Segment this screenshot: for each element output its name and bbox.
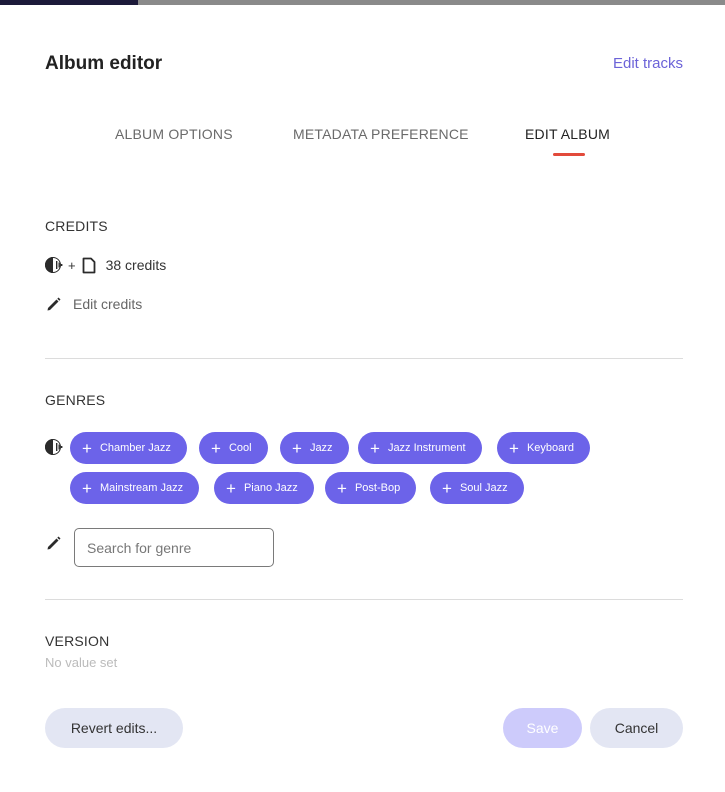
audio-source-icon <box>45 256 63 274</box>
genre-chip-label: Soul Jazz <box>459 482 508 494</box>
loading-progress-fill <box>0 0 138 5</box>
genre-chip-label: Post-Bop <box>354 482 401 494</box>
genre-chip[interactable]: + Chamber Jazz <box>70 432 187 464</box>
version-value: No value set <box>45 655 118 670</box>
plus-icon: + <box>509 438 519 458</box>
genre-chip[interactable]: + Post-Bop <box>325 472 417 504</box>
section-divider <box>45 358 683 359</box>
genre-chip-label: Jazz Instrument <box>387 442 466 454</box>
cancel-button[interactable]: Cancel <box>590 708 683 748</box>
tab-album-options[interactable]: ALBUM OPTIONS <box>115 126 233 142</box>
active-tab-indicator <box>553 153 585 156</box>
edit-credits-button[interactable]: Edit credits <box>45 295 142 313</box>
genre-chip-label: Piano Jazz <box>243 482 298 494</box>
genres-section-title: GENRES <box>45 392 106 408</box>
credits-section-title: CREDITS <box>45 218 108 234</box>
genre-chip-label: Cool <box>228 442 252 454</box>
genre-chip[interactable]: + Piano Jazz <box>214 472 314 504</box>
credits-count: 38 credits <box>105 257 167 273</box>
genre-chip-label: Chamber Jazz <box>99 442 171 454</box>
genre-chip[interactable]: + Soul Jazz <box>430 472 524 504</box>
tab-bar: ALBUM OPTIONS METADATA PREFERENCE EDIT A… <box>0 126 725 158</box>
plus-icon: + <box>82 478 92 498</box>
genre-chip-label: Keyboard <box>526 442 575 454</box>
page-title: Album editor <box>45 53 163 74</box>
edit-credits-label: Edit credits <box>73 296 143 312</box>
genre-chip-label: Jazz <box>309 442 333 454</box>
pencil-icon <box>45 534 63 552</box>
genre-chip[interactable]: + Cool <box>199 432 268 464</box>
tab-edit-album[interactable]: EDIT ALBUM <box>525 126 610 142</box>
version-section-title: VERSION <box>45 633 110 649</box>
genre-chip[interactable]: + Jazz <box>280 432 349 464</box>
audio-source-icon <box>45 438 63 456</box>
plus-sign: + <box>68 257 76 273</box>
plus-icon: + <box>226 478 236 498</box>
genre-search-input[interactable] <box>74 528 274 567</box>
plus-icon: + <box>337 478 347 498</box>
plus-icon: + <box>442 478 452 498</box>
plus-icon: + <box>292 438 302 458</box>
revert-edits-button[interactable]: Revert edits... <box>45 708 183 748</box>
pencil-icon <box>45 295 63 313</box>
document-icon <box>82 257 96 274</box>
plus-icon: + <box>82 438 92 458</box>
section-divider <box>45 599 683 600</box>
genre-chip[interactable]: + Jazz Instrument <box>358 432 482 464</box>
tab-metadata-preference[interactable]: METADATA PREFERENCE <box>293 126 469 142</box>
genre-chip-label: Mainstream Jazz <box>99 482 184 494</box>
genre-chip[interactable]: + Mainstream Jazz <box>70 472 200 504</box>
genre-chip[interactable]: + Keyboard <box>497 432 591 464</box>
save-button[interactable]: Save <box>503 708 582 748</box>
plus-icon: + <box>211 438 221 458</box>
credits-summary: + 38 credits <box>45 255 166 275</box>
plus-icon: + <box>370 438 380 458</box>
edit-tracks-link[interactable]: Edit tracks <box>613 55 683 72</box>
loading-progress-bar <box>0 0 725 5</box>
